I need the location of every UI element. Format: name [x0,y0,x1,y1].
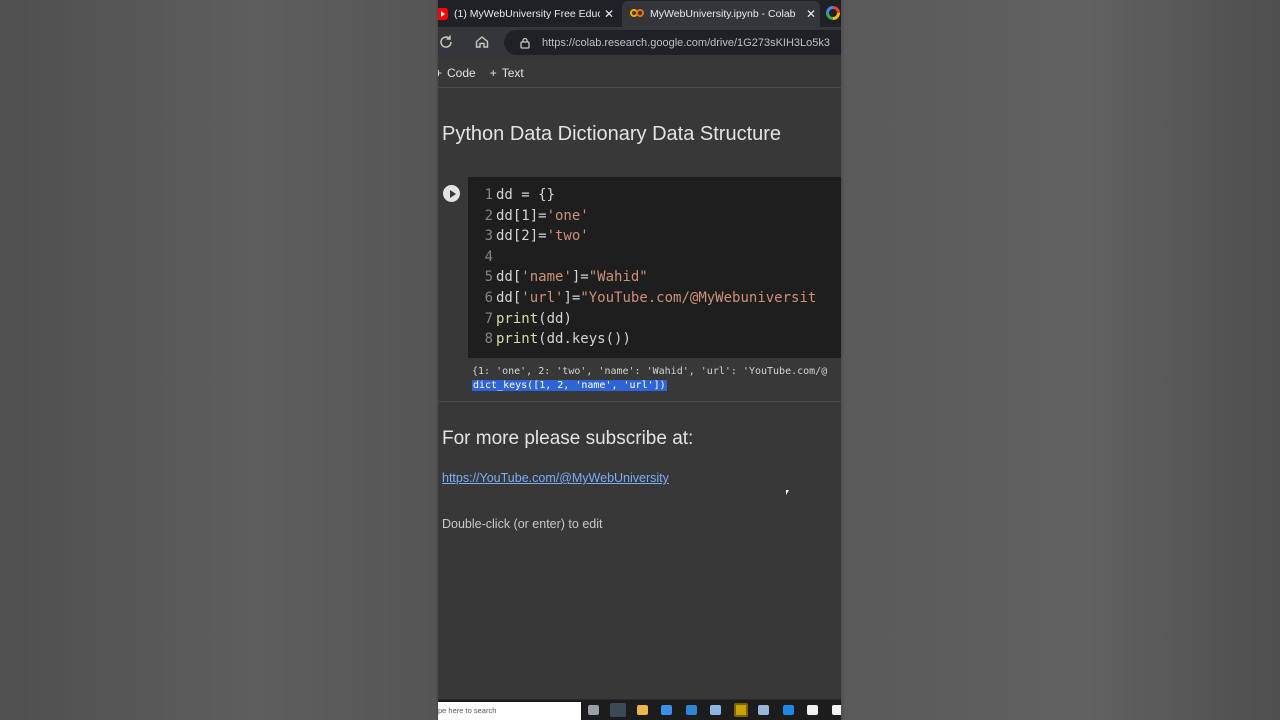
tab-title: (1) MyWebUniversity Free Educat [454,8,600,20]
code-token: dd[1]= [496,207,547,224]
subscribe-heading: For more please subscribe at: [442,428,694,449]
screen-capture: (1) MyWebUniversity Free Educat ✕ MyWebU… [438,0,841,720]
code-line[interactable]: 7 print(dd) [468,309,841,330]
document-icon[interactable] [807,705,818,715]
add-text-button[interactable]: + Text [490,66,524,80]
browser-tab-bar: (1) MyWebUniversity Free Educat ✕ MyWebU… [438,0,841,27]
code-token: (dd.keys()) [538,331,631,348]
mouse-cursor-icon [786,490,789,495]
code-token: dd[ [496,269,522,286]
youtube-icon [438,8,448,20]
windows-taskbar: pe here to search [438,699,841,720]
add-code-button[interactable]: + Code [438,66,476,80]
address-bar: https://colab.research.google.com/drive/… [438,27,841,58]
code-token: print [496,331,539,348]
code-token: dd = {} [496,187,556,203]
app-icon[interactable] [710,705,721,715]
url-text: https://colab.research.google.com/drive/… [542,36,830,49]
code-token: dd[ [496,289,522,306]
code-token: ]= [571,269,589,286]
code-line[interactable]: 8 print(dd.keys()) [468,329,841,350]
code-line[interactable]: 1 dd = {} [468,185,841,206]
code-line[interactable]: 3 dd[2]='two' [468,226,841,247]
selected-text: dict_keys([1, 2, 'name', 'url']) [472,380,667,391]
google-icon[interactable] [826,6,840,20]
code-cell[interactable]: 1 dd = {} 2 dd[1]='one' 3 dd[2]='two' 4 5 dd['na… [438,177,841,358]
code-token: (dd) [538,310,572,327]
line-number: 4 [484,248,493,265]
line-number: 7 [484,310,493,327]
edge-icon[interactable] [610,703,626,717]
home-icon[interactable] [474,34,490,50]
mail-icon[interactable] [686,705,697,715]
line-number: 3 [484,228,493,245]
line-number: 8 [484,331,493,348]
line-number: 5 [484,269,493,286]
output-keys-line: dict_keys([1, 2, 'name', 'url']) [472,380,667,391]
line-number: 6 [484,289,493,306]
code-token: "YouTube.com/@MyWebuniversit [580,289,817,306]
code-line[interactable]: 4 [468,247,841,268]
taskbar-search-input[interactable]: pe here to search [438,702,581,720]
url-field[interactable]: https://colab.research.google.com/drive/… [504,30,841,55]
run-cell-button[interactable] [443,185,460,202]
output-dict-line: {1: 'one', 2: 'two', 'name': 'Wahid', 'u… [472,366,828,377]
close-icon[interactable]: ✕ [802,7,820,21]
code-line[interactable]: 5 dd['name']="Wahid" [468,267,841,288]
tab-youtube[interactable]: (1) MyWebUniversity Free Educat ✕ [438,1,618,27]
code-token: 'two' [546,228,589,245]
code-editor[interactable]: 1 dd = {} 2 dd[1]='one' 3 dd[2]='two' 4 5 dd['na… [468,177,841,358]
colab-toolbar: + Code + Text [438,58,841,88]
vscode-icon[interactable] [783,705,794,715]
tab-colab[interactable]: MyWebUniversity.ipynb - Colab ✕ [622,1,820,27]
code-line[interactable]: 6 dd['url']="YouTube.com/@MyWebuniversit [468,288,841,309]
tab-title: MyWebUniversity.ipynb - Colab [650,8,796,20]
code-token: ]= [563,289,581,306]
line-number: 1 [484,187,493,203]
colab-icon [630,9,644,19]
tool-icon[interactable] [758,705,769,715]
edit-hint: Double-click (or enter) to edit [442,517,603,531]
pycharm-icon[interactable] [734,703,748,717]
code-line[interactable]: 2 dd[1]='one' [468,206,841,227]
code-token: 'url' [521,289,564,306]
code-token: dd[2]= [496,228,547,245]
store-icon[interactable] [661,705,672,715]
cell-output: {1: 'one', 2: 'two', 'name': 'Wahid', 'u… [438,358,841,402]
plus-icon: + [438,65,443,80]
task-view-icon[interactable] [588,705,599,715]
close-icon[interactable]: ✕ [600,7,618,21]
add-text-label: Text [501,65,524,80]
line-number: 2 [484,207,493,224]
code-token: 'one' [546,207,589,224]
plus-icon: + [489,65,497,80]
notepad-icon[interactable] [832,705,841,715]
code-token: 'name' [521,269,572,286]
add-code-label: Code [447,65,476,80]
file-explorer-icon[interactable] [637,705,648,715]
code-token: print [496,310,539,327]
subscribe-link[interactable]: https://YouTube.com/@MyWebUniversity [442,471,669,485]
lock-icon[interactable] [518,36,532,50]
notebook-heading: Python Data Dictionary Data Structure [442,123,782,145]
reload-icon[interactable] [438,34,454,50]
code-token: "Wahid" [588,269,648,286]
